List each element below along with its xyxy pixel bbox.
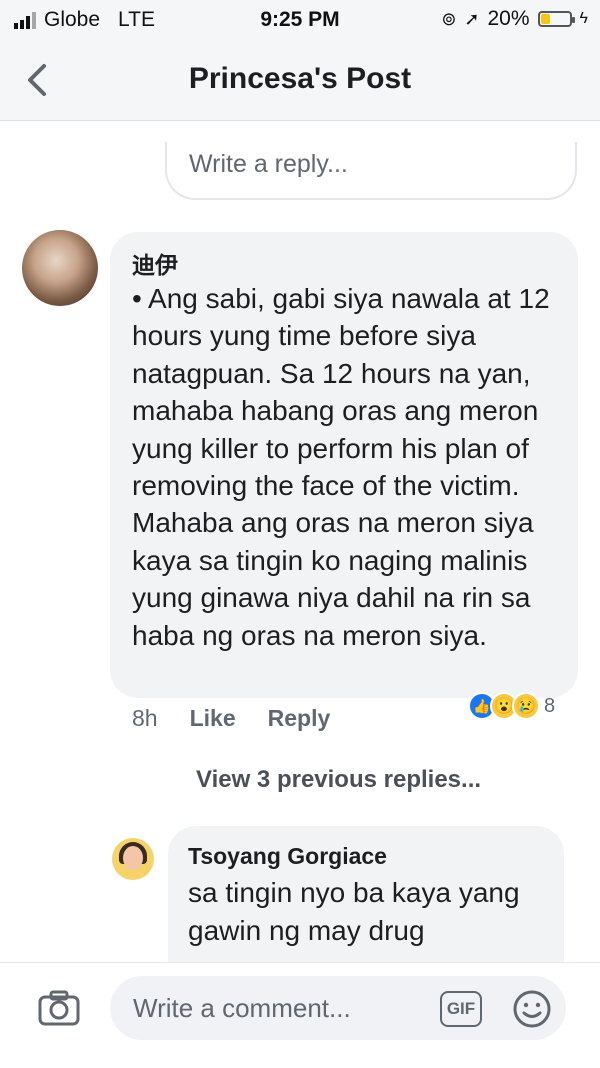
status-bar: Globe LTE 9:25 PM ⊚ ➚ 20% ϟ: [0, 0, 600, 40]
reply-author[interactable]: Tsoyang Gorgiace: [188, 843, 387, 870]
comment-actions: 8h Like Reply: [132, 705, 330, 732]
charging-icon: ϟ: [579, 10, 588, 27]
emoji-icon[interactable]: [512, 989, 552, 1029]
view-previous-replies-link[interactable]: View 3 previous replies...: [196, 766, 481, 794]
reply-button[interactable]: Reply: [268, 705, 331, 732]
page-title: Princesa's Post: [188, 62, 412, 95]
avatar[interactable]: [22, 230, 98, 306]
camera-icon[interactable]: [38, 990, 80, 1026]
nav-bar: Princesa's Post: [0, 40, 600, 121]
gif-button[interactable]: GIF: [440, 991, 482, 1027]
like-button[interactable]: Like: [190, 705, 236, 732]
battery-icon: [537, 11, 575, 27]
comment-text: • Ang sabi, gabi siya nawala at 12 hours…: [132, 283, 550, 651]
reactions-summary[interactable]: 👍 😮 😢 8: [468, 692, 555, 720]
lock-rotation-icon: ⊚: [441, 8, 457, 29]
battery-percent: 20%: [487, 7, 530, 30]
comment-placeholder: Write a comment...: [133, 993, 351, 1023]
reply-input[interactable]: Write a reply...: [165, 142, 577, 200]
comment-time: 8h: [132, 705, 158, 731]
reaction-count: 8: [544, 694, 556, 717]
reply-text: sa tingin nyo ba kaya yang gawin ng may …: [188, 877, 520, 946]
location-icon: ➚: [464, 8, 480, 29]
avatar[interactable]: [112, 838, 154, 880]
comment-author[interactable]: 迪伊: [132, 246, 178, 280]
sad-reaction-icon: 😢: [512, 692, 540, 720]
